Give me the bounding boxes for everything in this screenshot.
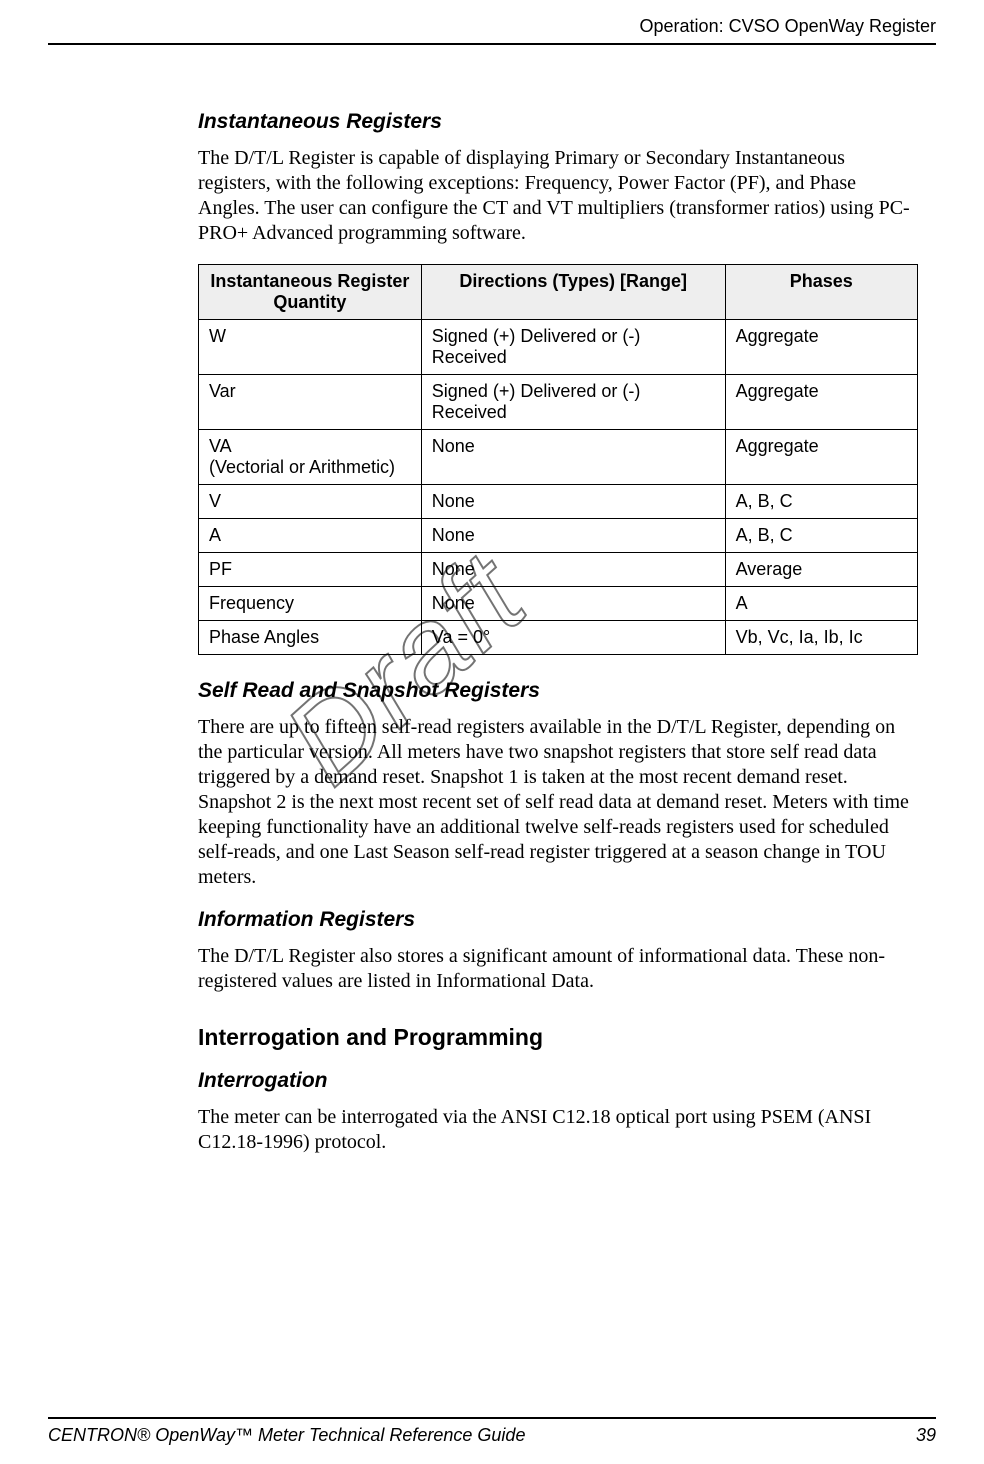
table-cell: Aggregate: [725, 375, 917, 430]
running-header: Operation: CVSO OpenWay Register: [48, 16, 936, 45]
table-cell: Vb, Vc, Ia, Ib, Ic: [725, 621, 917, 655]
table-cell: Phase Angles: [199, 621, 422, 655]
table-cell: V: [199, 485, 422, 519]
page: Operation: CVSO OpenWay Register Draft I…: [0, 0, 984, 1464]
table-cell: Signed (+) Delivered or (-) Received: [421, 375, 725, 430]
table-row: WSigned (+) Delivered or (-) ReceivedAgg…: [199, 320, 918, 375]
para-information-registers: The D/T/L Register also stores a signifi…: [198, 944, 918, 994]
table-cell: Signed (+) Delivered or (-) Received: [421, 320, 725, 375]
table-cell: VA(Vectorial or Arithmetic): [199, 430, 422, 485]
table-row: ANoneA, B, C: [199, 519, 918, 553]
table-row: VNoneA, B, C: [199, 485, 918, 519]
table-cell: Average: [725, 553, 917, 587]
table-cell: Aggregate: [725, 430, 917, 485]
heading-information-registers: Information Registers: [198, 908, 918, 932]
para-interrogation: The meter can be interrogated via the AN…: [198, 1105, 918, 1155]
table-cell: W: [199, 320, 422, 375]
table-cell: A: [199, 519, 422, 553]
table-row: VA(Vectorial or Arithmetic)NoneAggregate: [199, 430, 918, 485]
footer-doc-title: CENTRON® OpenWay™ Meter Technical Refere…: [48, 1425, 525, 1445]
table-header-row: Instantaneous Register Quantity Directio…: [199, 265, 918, 320]
table-cell: Var: [199, 375, 422, 430]
th-quantity: Instantaneous Register Quantity: [199, 265, 422, 320]
heading-self-read: Self Read and Snapshot Registers: [198, 679, 918, 703]
page-footer: CENTRON® OpenWay™ Meter Technical Refere…: [48, 1417, 936, 1446]
para-self-read: There are up to fifteen self-read regist…: [198, 715, 918, 890]
table-cell: A: [725, 587, 917, 621]
table-cell: None: [421, 553, 725, 587]
table-row: Phase AnglesVa = 0°Vb, Vc, Ia, Ib, Ic: [199, 621, 918, 655]
heading-interrogation: Interrogation: [198, 1069, 918, 1093]
table-cell: PF: [199, 553, 422, 587]
table-cell: Frequency: [199, 587, 422, 621]
table-cell: None: [421, 519, 725, 553]
heading-instantaneous-registers: Instantaneous Registers: [198, 110, 918, 134]
table-cell: None: [421, 430, 725, 485]
heading-interrogation-programming: Interrogation and Programming: [198, 1024, 918, 1051]
table-cell: None: [421, 587, 725, 621]
para-instantaneous-registers: The D/T/L Register is capable of display…: [198, 146, 918, 246]
table-cell: A, B, C: [725, 485, 917, 519]
table-cell: None: [421, 485, 725, 519]
table-cell: Va = 0°: [421, 621, 725, 655]
table-cell: Aggregate: [725, 320, 917, 375]
table-row: PFNoneAverage: [199, 553, 918, 587]
footer-page-number: 39: [916, 1425, 936, 1446]
table-cell: A, B, C: [725, 519, 917, 553]
instantaneous-registers-table: Instantaneous Register Quantity Directio…: [198, 264, 918, 655]
table-row: FrequencyNoneA: [199, 587, 918, 621]
table-row: VarSigned (+) Delivered or (-) ReceivedA…: [199, 375, 918, 430]
th-phases: Phases: [725, 265, 917, 320]
content-area: Instantaneous Registers The D/T/L Regist…: [198, 100, 918, 1173]
th-directions: Directions (Types) [Range]: [421, 265, 725, 320]
running-title: Operation: CVSO OpenWay Register: [640, 16, 936, 36]
